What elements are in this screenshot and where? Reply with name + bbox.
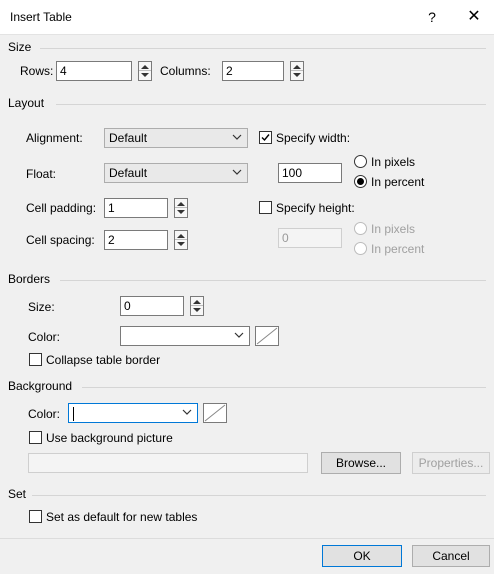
border-size-spin-down-icon[interactable]: [193, 308, 201, 312]
width-input[interactable]: 100: [278, 163, 342, 183]
properties-button[interactable]: Properties...: [412, 452, 490, 474]
height-percent-label: In percent: [371, 242, 425, 256]
background-group-divider: [82, 387, 486, 388]
dialog-title: Insert Table: [10, 10, 72, 24]
use-background-picture-label: Use background picture: [46, 431, 173, 445]
cell-padding-spin-down-icon[interactable]: [177, 210, 185, 214]
chevron-down-icon: [182, 407, 192, 417]
border-color-swatch-icon[interactable]: [255, 326, 279, 346]
float-label: Float:: [26, 167, 57, 181]
alignment-select[interactable]: Default: [104, 128, 248, 148]
cell-spacing-input[interactable]: 2: [104, 230, 168, 250]
size-group-label: Size: [8, 40, 36, 54]
specify-width-label: Specify width:: [276, 131, 351, 145]
cell-padding-input[interactable]: 1: [104, 198, 168, 218]
set-group-label: Set: [8, 487, 31, 501]
set-default-label: Set as default for new tables: [46, 510, 198, 524]
title-bar: Insert Table ? ✕: [0, 0, 494, 35]
specify-width-checkbox[interactable]: [259, 131, 272, 144]
height-percent-radio[interactable]: [354, 242, 367, 255]
background-color-select[interactable]: [68, 403, 198, 423]
rows-spinner[interactable]: [138, 61, 152, 81]
cell-spacing-spin-down-icon[interactable]: [177, 242, 185, 246]
border-color-label: Color:: [28, 330, 61, 344]
border-color-select[interactable]: [120, 326, 250, 346]
cell-spacing-spinner[interactable]: [174, 230, 188, 250]
insert-table-dialog: Insert Table ? ✕ Size Rows: 4 Columns: 2…: [0, 0, 494, 574]
border-size-input[interactable]: 0: [120, 296, 184, 316]
layout-group-label: Layout: [8, 96, 49, 110]
chevron-down-icon: [232, 132, 242, 142]
collapse-border-label: Collapse table border: [46, 353, 161, 367]
alignment-value: Default: [109, 131, 148, 145]
rows-input[interactable]: 4: [56, 61, 132, 81]
use-background-picture-checkbox[interactable]: [29, 431, 42, 444]
cell-padding-label: Cell padding:: [26, 201, 97, 215]
height-pixels-label: In pixels: [371, 222, 416, 236]
columns-spin-down-icon[interactable]: [293, 73, 301, 77]
width-percent-radio[interactable]: [354, 175, 367, 188]
collapse-border-checkbox[interactable]: [29, 353, 42, 366]
layout-group-divider: [56, 104, 486, 105]
columns-spinner[interactable]: [290, 61, 304, 81]
specify-height-checkbox[interactable]: [259, 201, 272, 214]
cell-padding-spinner[interactable]: [174, 198, 188, 218]
cancel-button[interactable]: Cancel: [412, 545, 490, 567]
close-button[interactable]: ✕: [462, 6, 486, 28]
height-input[interactable]: 0: [278, 228, 342, 248]
columns-label: Columns:: [160, 64, 211, 78]
chevron-down-icon: [232, 167, 242, 177]
ok-button[interactable]: OK: [322, 545, 402, 567]
chevron-down-icon: [234, 330, 244, 340]
borders-group-label: Borders: [8, 272, 55, 286]
background-group-label: Background: [8, 379, 77, 393]
width-percent-label: In percent: [371, 175, 425, 189]
columns-spin-up-icon[interactable]: [293, 65, 301, 69]
float-value: Default: [109, 166, 148, 180]
columns-input[interactable]: 2: [222, 61, 284, 81]
border-size-spinner[interactable]: [190, 296, 204, 316]
float-select[interactable]: Default: [104, 163, 248, 183]
rows-spin-up-icon[interactable]: [141, 65, 149, 69]
height-pixels-radio[interactable]: [354, 222, 367, 235]
cell-padding-spin-up-icon[interactable]: [177, 202, 185, 206]
cell-spacing-spin-up-icon[interactable]: [177, 234, 185, 238]
cell-spacing-label: Cell spacing:: [26, 233, 95, 247]
browse-button[interactable]: Browse...: [321, 452, 401, 474]
rows-spin-down-icon[interactable]: [141, 73, 149, 77]
background-picture-path-input[interactable]: [28, 453, 308, 473]
specify-height-label: Specify height:: [276, 201, 355, 215]
footer-divider: [0, 538, 494, 539]
background-color-label: Color:: [28, 407, 61, 421]
set-group-divider: [32, 495, 486, 496]
help-button[interactable]: ?: [420, 6, 444, 28]
rows-label: Rows:: [20, 64, 54, 78]
set-default-checkbox[interactable]: [29, 510, 42, 523]
text-caret: [73, 406, 74, 421]
border-size-spin-up-icon[interactable]: [193, 300, 201, 304]
border-size-label: Size:: [28, 300, 55, 314]
alignment-label: Alignment:: [26, 131, 83, 145]
borders-group-divider: [60, 280, 486, 281]
size-group-divider: [40, 48, 486, 49]
checkmark-icon: [261, 134, 270, 142]
width-pixels-radio[interactable]: [354, 155, 367, 168]
background-color-swatch-icon[interactable]: [203, 403, 227, 423]
width-pixels-label: In pixels: [371, 155, 416, 169]
